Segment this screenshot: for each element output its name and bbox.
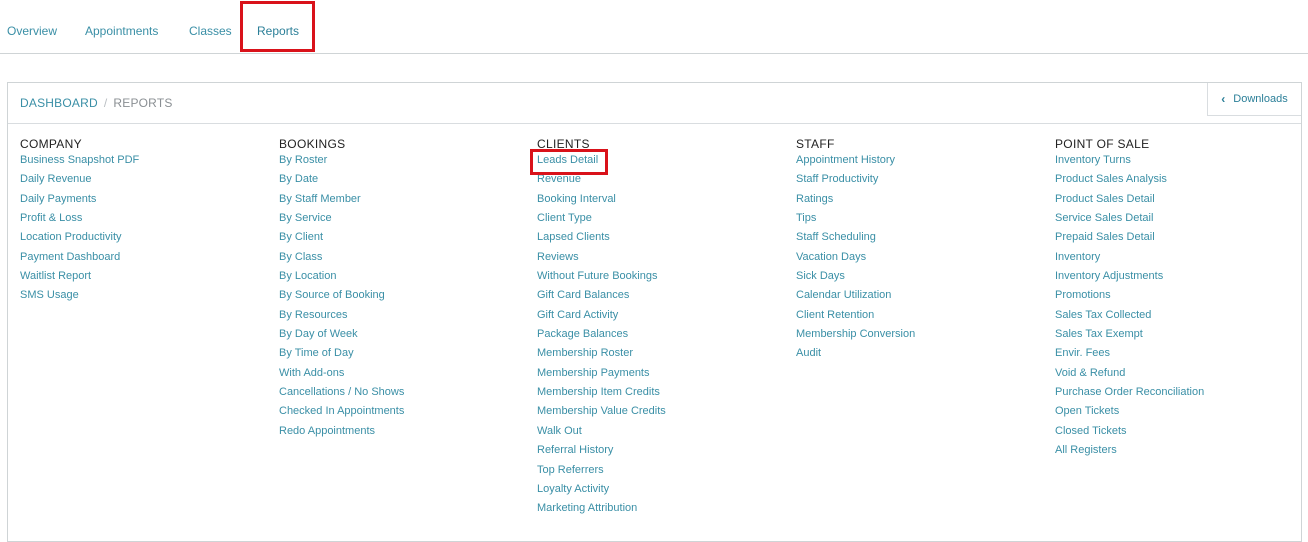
report-link-reviews[interactable]: Reviews <box>537 251 666 270</box>
clients-report-list: Leads Detail Revenue Booking Interval Cl… <box>537 154 666 522</box>
tab-overview[interactable]: Overview <box>7 23 57 39</box>
report-link-by-class[interactable]: By Class <box>279 251 404 270</box>
report-link-cancellations-no-shows[interactable]: Cancellations / No Shows <box>279 386 404 405</box>
report-link-by-roster[interactable]: By Roster <box>279 154 404 173</box>
report-link-with-add-ons[interactable]: With Add-ons <box>279 367 404 386</box>
report-link-business-snapshot-pdf[interactable]: Business Snapshot PDF <box>20 154 139 173</box>
report-link-sick-days[interactable]: Sick Days <box>796 270 915 289</box>
tab-reports[interactable]: Reports <box>257 23 299 39</box>
report-link-daily-payments[interactable]: Daily Payments <box>20 193 139 212</box>
report-link-audit[interactable]: Audit <box>796 347 915 366</box>
report-link-client-retention[interactable]: Client Retention <box>796 309 915 328</box>
downloads-label: Downloads <box>1233 93 1288 105</box>
report-link-loyalty-activity[interactable]: Loyalty Activity <box>537 483 666 502</box>
report-link-gift-card-balances[interactable]: Gift Card Balances <box>537 289 666 308</box>
top-navigation: Overview Appointments Classes Reports <box>0 0 1308 54</box>
column-heading-clients: CLIENTS <box>537 137 590 151</box>
report-link-sms-usage[interactable]: SMS Usage <box>20 289 139 308</box>
bookings-column: BOOKINGS By Roster By Date By Staff Memb… <box>279 137 404 444</box>
column-heading-company: COMPANY <box>20 137 82 151</box>
report-link-by-location[interactable]: By Location <box>279 270 404 289</box>
report-link-location-productivity[interactable]: Location Productivity <box>20 231 139 250</box>
report-link-membership-conversion[interactable]: Membership Conversion <box>796 328 915 347</box>
report-link-sales-tax-exempt[interactable]: Sales Tax Exempt <box>1055 328 1204 347</box>
report-link-envir-fees[interactable]: Envir. Fees <box>1055 347 1204 366</box>
breadcrumb-current: REPORTS <box>113 96 173 110</box>
report-link-all-registers[interactable]: All Registers <box>1055 444 1204 463</box>
report-link-open-tickets[interactable]: Open Tickets <box>1055 405 1204 424</box>
report-link-by-service[interactable]: By Service <box>279 212 404 231</box>
report-link-profit-loss[interactable]: Profit & Loss <box>20 212 139 231</box>
chevron-left-icon: ‹ <box>1221 92 1226 106</box>
report-link-redo-appointments[interactable]: Redo Appointments <box>279 425 404 444</box>
report-link-leads-detail[interactable]: Leads Detail <box>537 154 666 173</box>
report-link-prepaid-sales-detail[interactable]: Prepaid Sales Detail <box>1055 231 1204 250</box>
report-link-booking-interval[interactable]: Booking Interval <box>537 193 666 212</box>
report-link-client-type[interactable]: Client Type <box>537 212 666 231</box>
report-link-by-staff-member[interactable]: By Staff Member <box>279 193 404 212</box>
report-link-service-sales-detail[interactable]: Service Sales Detail <box>1055 212 1204 231</box>
report-link-by-date[interactable]: By Date <box>279 173 404 192</box>
report-link-purchase-order-reconciliation[interactable]: Purchase Order Reconciliation <box>1055 386 1204 405</box>
company-column: COMPANY Business Snapshot PDF Daily Reve… <box>20 137 139 309</box>
column-heading-staff: STAFF <box>796 137 835 151</box>
report-link-checked-in-appointments[interactable]: Checked In Appointments <box>279 405 404 424</box>
report-link-walk-out[interactable]: Walk Out <box>537 425 666 444</box>
report-link-ratings[interactable]: Ratings <box>796 193 915 212</box>
report-link-void-refund[interactable]: Void & Refund <box>1055 367 1204 386</box>
report-link-membership-value-credits[interactable]: Membership Value Credits <box>537 405 666 424</box>
report-link-marketing-attribution[interactable]: Marketing Attribution <box>537 502 666 521</box>
report-link-top-referrers[interactable]: Top Referrers <box>537 464 666 483</box>
staff-column: STAFF Appointment History Staff Producti… <box>796 137 915 367</box>
report-link-by-client[interactable]: By Client <box>279 231 404 250</box>
downloads-button[interactable]: ‹ Downloads <box>1207 83 1301 116</box>
report-link-closed-tickets[interactable]: Closed Tickets <box>1055 425 1204 444</box>
report-link-tips[interactable]: Tips <box>796 212 915 231</box>
column-heading-point-of-sale: POINT OF SALE <box>1055 137 1150 151</box>
breadcrumb-separator: / <box>103 96 108 110</box>
breadcrumb-dashboard-link[interactable]: DASHBOARD <box>20 96 98 110</box>
report-link-product-sales-analysis[interactable]: Product Sales Analysis <box>1055 173 1204 192</box>
report-link-lapsed-clients[interactable]: Lapsed Clients <box>537 231 666 250</box>
report-link-revenue[interactable]: Revenue <box>537 173 666 192</box>
report-link-by-source-of-booking[interactable]: By Source of Booking <box>279 289 404 308</box>
report-link-membership-roster[interactable]: Membership Roster <box>537 347 666 366</box>
report-link-without-future-bookings[interactable]: Without Future Bookings <box>537 270 666 289</box>
report-link-waitlist-report[interactable]: Waitlist Report <box>20 270 139 289</box>
report-link-calendar-utilization[interactable]: Calendar Utilization <box>796 289 915 308</box>
report-link-payment-dashboard[interactable]: Payment Dashboard <box>20 251 139 270</box>
report-link-membership-payments[interactable]: Membership Payments <box>537 367 666 386</box>
clients-column: CLIENTS Leads Detail Revenue Booking Int… <box>537 137 666 522</box>
report-link-inventory[interactable]: Inventory <box>1055 251 1204 270</box>
point-of-sale-report-list: Inventory Turns Product Sales Analysis P… <box>1055 154 1204 464</box>
report-link-inventory-turns[interactable]: Inventory Turns <box>1055 154 1204 173</box>
report-link-by-resources[interactable]: By Resources <box>279 309 404 328</box>
report-link-staff-productivity[interactable]: Staff Productivity <box>796 173 915 192</box>
staff-report-list: Appointment History Staff Productivity R… <box>796 154 915 367</box>
report-link-gift-card-activity[interactable]: Gift Card Activity <box>537 309 666 328</box>
report-link-referral-history[interactable]: Referral History <box>537 444 666 463</box>
report-link-appointment-history[interactable]: Appointment History <box>796 154 915 173</box>
breadcrumb: DASHBOARD / REPORTS <box>20 96 173 110</box>
bookings-report-list: By Roster By Date By Staff Member By Ser… <box>279 154 404 444</box>
report-link-membership-item-credits[interactable]: Membership Item Credits <box>537 386 666 405</box>
tab-appointments[interactable]: Appointments <box>85 23 158 39</box>
report-link-package-balances[interactable]: Package Balances <box>537 328 666 347</box>
tab-classes[interactable]: Classes <box>189 23 232 39</box>
report-link-staff-scheduling[interactable]: Staff Scheduling <box>796 231 915 250</box>
report-link-vacation-days[interactable]: Vacation Days <box>796 251 915 270</box>
report-link-promotions[interactable]: Promotions <box>1055 289 1204 308</box>
report-link-by-time-of-day[interactable]: By Time of Day <box>279 347 404 366</box>
report-link-daily-revenue[interactable]: Daily Revenue <box>20 173 139 192</box>
company-report-list: Business Snapshot PDF Daily Revenue Dail… <box>20 154 139 309</box>
report-link-by-day-of-week[interactable]: By Day of Week <box>279 328 404 347</box>
column-heading-bookings: BOOKINGS <box>279 137 346 151</box>
report-link-sales-tax-collected[interactable]: Sales Tax Collected <box>1055 309 1204 328</box>
panel-header: DASHBOARD / REPORTS <box>8 83 1301 124</box>
point-of-sale-column: POINT OF SALE Inventory Turns Product Sa… <box>1055 137 1204 464</box>
report-link-product-sales-detail[interactable]: Product Sales Detail <box>1055 193 1204 212</box>
report-link-inventory-adjustments[interactable]: Inventory Adjustments <box>1055 270 1204 289</box>
